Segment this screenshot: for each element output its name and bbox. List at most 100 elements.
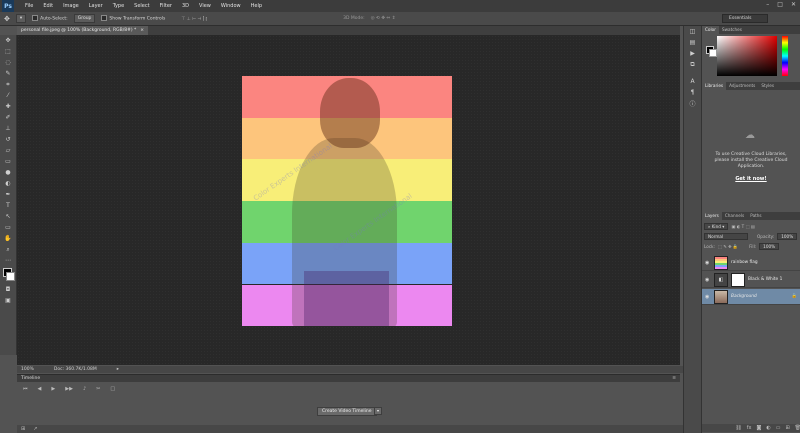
next-frame-icon[interactable]: ▶▶ [65, 386, 73, 392]
auto-select-checkbox[interactable]: Auto-Select: [32, 15, 68, 22]
background-color-icon[interactable] [6, 272, 15, 281]
close-tab-icon[interactable]: × [140, 28, 144, 33]
layer-filter-kind[interactable]: ⌕ Kind ▾ [704, 223, 729, 230]
menu-select[interactable]: Select [129, 3, 154, 9]
new-layer-icon[interactable]: ⊞ [785, 425, 789, 431]
transition-icon[interactable]: □ [110, 386, 115, 392]
timeline-title[interactable]: Timeline [21, 376, 40, 381]
healing-brush-tool-icon[interactable]: ✚ [0, 101, 16, 112]
menu-type[interactable]: Type [108, 3, 129, 9]
close-icon[interactable]: ✕ [791, 1, 796, 8]
eyedropper-tool-icon[interactable]: ⁄ [0, 90, 16, 101]
shape-tool-icon[interactable]: ▭ [0, 222, 16, 233]
zoom-level[interactable]: 100% [21, 367, 34, 372]
add-mask-icon[interactable]: ◙ [756, 425, 761, 431]
menu-layer[interactable]: Layer [84, 3, 108, 9]
layer-row-background[interactable]: ◉ Background 🔒 [702, 289, 800, 305]
lock-icons[interactable]: ⬚ ✎ ✥ 🔒 [718, 244, 738, 250]
convert-frames-icon[interactable]: ⊞ [21, 426, 25, 432]
filter-icons[interactable]: ▣ ◐ T ⬚ ▤ [731, 224, 754, 229]
crop-tool-icon[interactable]: ⌗ [0, 79, 16, 90]
eraser-tool-icon[interactable]: ▱ [0, 145, 16, 156]
history-brush-tool-icon[interactable]: ↺ [0, 134, 16, 145]
opacity-value[interactable]: 100% [777, 233, 798, 240]
menu-edit[interactable]: Edit [38, 3, 58, 9]
paragraph-panel-icon[interactable]: ¶ [684, 87, 701, 98]
delete-layer-icon[interactable]: 🗑 [795, 425, 800, 431]
create-video-timeline-button[interactable]: Create Video Timeline [317, 407, 377, 416]
document-image[interactable]: Color Experts International Color Expert… [242, 76, 452, 326]
document-tab[interactable]: personal file.jpeg @ 100% (Background, R… [17, 26, 149, 35]
eye-icon[interactable]: ◉ [705, 277, 711, 283]
align-icons[interactable]: ⊤ ⊥ ⊢ ⊣ ⫿ ⫾ [181, 16, 207, 22]
layer-row-rainbow-flag[interactable]: ◉ rainbow flag [702, 255, 800, 271]
chevron-down-icon[interactable]: ▾ [374, 407, 382, 415]
extra-tools-icon[interactable]: ⋯ [0, 255, 16, 266]
menu-view[interactable]: View [194, 3, 216, 9]
menu-file[interactable]: File [20, 3, 38, 9]
properties-panel-icon[interactable]: ▤ [684, 37, 701, 48]
menu-filter[interactable]: Filter [155, 3, 177, 9]
tab-color[interactable]: Color [702, 26, 719, 34]
play-icon[interactable]: ▶ [51, 386, 55, 392]
prev-frame-icon[interactable]: ◀ [38, 386, 42, 392]
eye-icon[interactable]: ◉ [705, 260, 711, 266]
screen-mode-icon[interactable]: ▣ [0, 295, 16, 306]
tab-adjustments[interactable]: Adjustments [726, 82, 758, 90]
auto-select-dropdown[interactable]: Group [73, 14, 96, 23]
info-panel-icon[interactable]: ⓘ [684, 98, 701, 109]
fill-value[interactable]: 100% [759, 243, 780, 250]
clone-stamp-tool-icon[interactable]: ⊥ [0, 123, 16, 134]
blur-tool-icon[interactable]: ● [0, 167, 16, 178]
quick-mask-icon[interactable]: ◘ [0, 284, 16, 295]
maximize-icon[interactable]: □ [777, 1, 783, 8]
tab-libraries[interactable]: Libraries [702, 82, 727, 90]
workspace-select[interactable]: Essentials [722, 14, 768, 23]
move-tool-icon[interactable]: ✥ [0, 35, 16, 46]
pen-tool-icon[interactable]: ✒ [0, 189, 16, 200]
tool-preset-dropdown[interactable]: ▾ [15, 14, 27, 23]
actions-panel-icon[interactable]: ▶ [684, 48, 701, 59]
background-swatch[interactable] [709, 49, 717, 57]
tab-swatches[interactable]: Swatches [719, 26, 745, 34]
gradient-tool-icon[interactable]: ▭ [0, 156, 16, 167]
dodge-tool-icon[interactable]: ◐ [0, 178, 16, 189]
get-it-now-link[interactable]: Get it now! [732, 176, 770, 182]
new-group-icon[interactable]: ▭ [776, 425, 781, 431]
path-select-tool-icon[interactable]: ↖ [0, 211, 16, 222]
minimize-icon[interactable]: – [766, 1, 769, 8]
link-layers-icon[interactable]: ⛓ [735, 425, 741, 431]
color-picker-field[interactable] [717, 36, 777, 76]
layer-row-black-white[interactable]: ◉ ◧ Black & White 1 [702, 272, 800, 288]
menu-image[interactable]: Image [58, 3, 84, 9]
brush-tool-icon[interactable]: ✐ [0, 112, 16, 123]
tab-styles[interactable]: Styles [758, 82, 777, 90]
menu-3d[interactable]: 3D [177, 3, 194, 9]
render-icon[interactable]: ↗ [33, 426, 37, 432]
blend-mode-select[interactable]: Normal [704, 233, 748, 240]
audio-icon[interactable]: ♪ [83, 386, 86, 392]
eye-icon[interactable]: ◉ [705, 294, 711, 300]
3d-mode-icons[interactable]: ◎ ⟲ ✥ ⇔ ⇕ [371, 16, 396, 21]
menu-help[interactable]: Help [246, 3, 267, 9]
lasso-tool-icon[interactable]: ◌ [0, 57, 16, 68]
move-tool-icon[interactable]: ✥ [4, 15, 10, 23]
tab-channels[interactable]: Channels [722, 212, 747, 220]
tab-paths[interactable]: Paths [747, 212, 764, 220]
history-panel-icon[interactable]: ◫ [684, 26, 701, 37]
transform-controls-checkbox[interactable]: Show Transform Controls [101, 15, 165, 22]
fx-icon[interactable]: fx [747, 425, 752, 431]
split-icon[interactable]: ✂ [96, 386, 100, 392]
type-tool-icon[interactable]: T [0, 200, 16, 211]
character-panel-icon[interactable]: A [684, 76, 701, 87]
status-arrow-icon[interactable]: ▸ [117, 367, 119, 372]
hand-tool-icon[interactable]: ✋ [0, 233, 16, 244]
marquee-tool-icon[interactable]: ⬚ [0, 46, 16, 57]
zoom-tool-icon[interactable]: ⌕ [0, 244, 16, 255]
brush-panel-icon[interactable]: ⧉ [684, 59, 701, 70]
adjustment-layer-icon[interactable]: ◐ [766, 425, 770, 431]
menu-window[interactable]: Window [216, 3, 246, 9]
first-frame-icon[interactable]: ⏮ [23, 386, 28, 392]
tab-layers[interactable]: Layers [702, 212, 722, 220]
quick-select-tool-icon[interactable]: ✎ [0, 68, 16, 79]
